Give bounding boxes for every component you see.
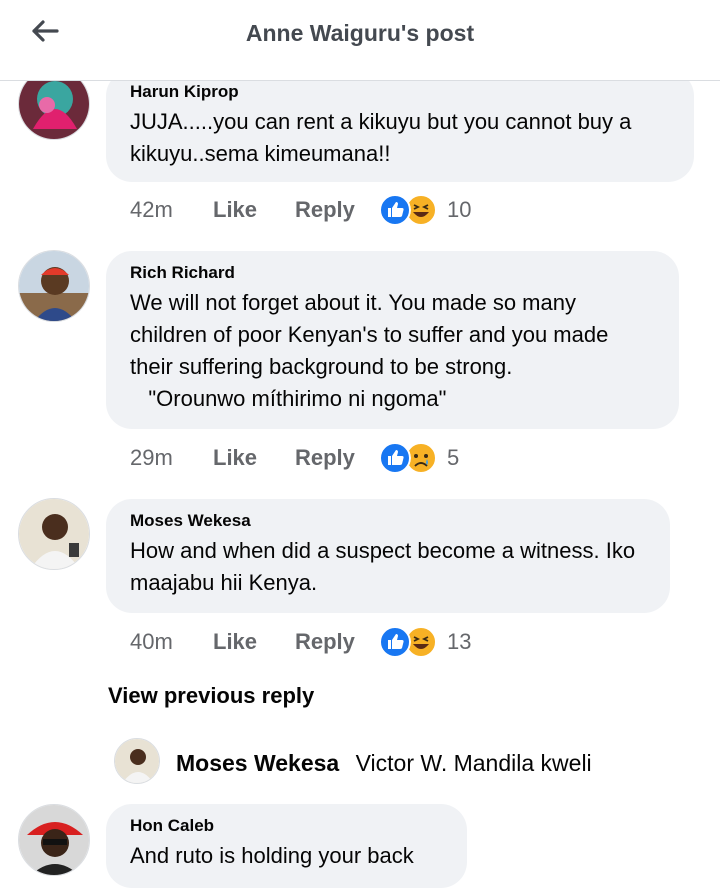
avatar[interactable] <box>18 498 90 570</box>
comment-bubble: Harun Kiprop JUJA.....you can rent a kik… <box>106 70 694 182</box>
reply-button[interactable]: Reply <box>295 197 379 223</box>
reply-text: Victor W. Mandila kweli <box>355 750 592 776</box>
like-reaction-icon <box>379 194 411 226</box>
top-bar: Anne Waiguru's post <box>0 0 720 81</box>
comment-text: And ruto is holding your back <box>130 843 414 868</box>
comment-bubble: Hon Caleb And ruto is holding your back <box>106 804 467 888</box>
like-button[interactable]: Like <box>213 445 295 471</box>
comment-meta: 29m Like Reply 5 <box>130 442 459 474</box>
comment-text: JUJA.....you can rent a kikuyu but you c… <box>130 109 638 166</box>
reaction-count: 13 <box>447 629 472 654</box>
view-previous-reply-link[interactable]: View previous reply <box>108 683 314 709</box>
comment-time[interactable]: 40m <box>130 629 213 655</box>
comment-time[interactable]: 29m <box>130 445 213 471</box>
reaction-count: 10 <box>447 197 472 222</box>
comment-text: How and when did a suspect become a witn… <box>130 538 642 595</box>
comment-author[interactable]: Harun Kiprop <box>130 82 670 102</box>
reply-author[interactable]: Moses Wekesa <box>176 750 339 776</box>
like-button[interactable]: Like <box>213 197 295 223</box>
avatar[interactable] <box>18 804 90 876</box>
like-reaction-icon <box>379 442 411 474</box>
comment-author[interactable]: Moses Wekesa <box>130 511 646 531</box>
reactions-summary[interactable]: 5 <box>379 442 459 474</box>
reply-preview[interactable]: Moses Wekesa Victor W. Mandila kweli <box>176 750 592 777</box>
avatar[interactable] <box>18 250 90 322</box>
reply-button[interactable]: Reply <box>295 629 379 655</box>
like-button[interactable]: Like <box>213 629 295 655</box>
comment-meta: 40m Like Reply 13 <box>130 626 471 658</box>
reply-button[interactable]: Reply <box>295 445 379 471</box>
comment-time[interactable]: 42m <box>130 197 213 223</box>
page-title: Anne Waiguru's post <box>245 20 475 46</box>
comment-author[interactable]: Rich Richard <box>130 263 655 283</box>
comment-author[interactable]: Hon Caleb <box>130 816 443 836</box>
reactions-summary[interactable]: 10 <box>379 194 471 226</box>
comment-bubble: Rich Richard We will not forget about it… <box>106 251 679 429</box>
comment-meta: 42m Like Reply 10 <box>130 194 471 226</box>
reaction-count: 5 <box>447 445 460 470</box>
comment-bubble: Moses Wekesa How and when did a suspect … <box>106 499 670 613</box>
reply-avatar[interactable] <box>114 738 160 784</box>
like-reaction-icon <box>379 626 411 658</box>
comment-text: We will not forget about it. You made so… <box>130 290 609 411</box>
reactions-summary[interactable]: 13 <box>379 626 471 658</box>
